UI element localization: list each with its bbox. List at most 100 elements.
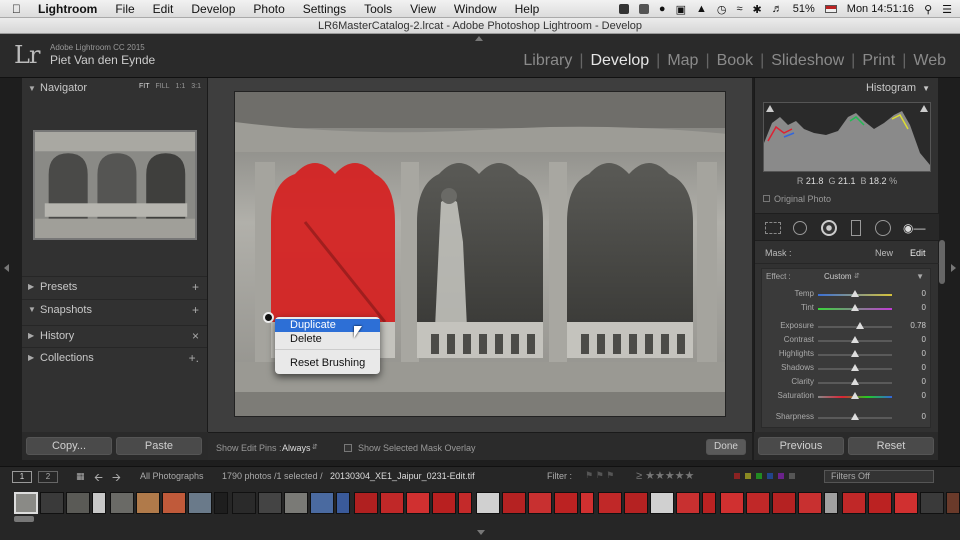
filmstrip-thumbnail[interactable] <box>946 492 960 514</box>
source-label[interactable]: All Photographs <box>140 471 204 481</box>
menu-photo[interactable]: Photo <box>253 2 284 16</box>
slider-saturation[interactable]: Saturation 0 <box>762 390 932 403</box>
filmstrip-thumbnail[interactable] <box>650 492 674 514</box>
filmstrip-thumbnail[interactable] <box>676 492 700 514</box>
left-panel-toggle-icon[interactable] <box>4 264 9 272</box>
mask-overlay-checkbox[interactable] <box>344 444 352 452</box>
filmstrip-thumbnail[interactable] <box>458 492 472 514</box>
effect-select[interactable]: Custom <box>824 272 852 281</box>
filmstrip-thumbnail[interactable] <box>476 492 500 514</box>
app-menu[interactable]: Lightroom <box>38 2 97 16</box>
filmstrip-thumbnail[interactable] <box>528 492 552 514</box>
filmstrip-thumbnail[interactable] <box>798 492 822 514</box>
collections-header[interactable]: ▶ Collections +. <box>22 347 207 367</box>
previous-button[interactable]: Previous <box>758 437 844 455</box>
filmstrip-thumbnail[interactable] <box>92 492 106 514</box>
histogram[interactable] <box>763 102 931 172</box>
filmstrip-thumbnail[interactable] <box>136 492 160 514</box>
add-snapshot-icon[interactable]: + <box>192 303 199 317</box>
menu-window[interactable]: Window <box>454 2 497 16</box>
red-eye-icon[interactable] <box>821 220 837 236</box>
filmstrip-thumbnail[interactable] <box>598 492 622 514</box>
filmstrip-thumbnail[interactable] <box>720 492 744 514</box>
done-button[interactable]: Done <box>706 439 746 455</box>
slider-value[interactable]: 0 <box>922 412 926 421</box>
add-collection-icon[interactable]: +. <box>189 351 199 365</box>
module-web[interactable]: Web <box>907 52 952 70</box>
edit-pins-select[interactable]: Always <box>282 443 311 453</box>
slider-knob[interactable] <box>851 378 859 385</box>
radial-filter-icon[interactable] <box>875 220 891 236</box>
module-develop[interactable]: Develop <box>584 52 655 70</box>
slider-value[interactable]: 0 <box>922 349 926 358</box>
module-slideshow[interactable]: Slideshow <box>765 52 850 70</box>
slider-knob[interactable] <box>851 392 859 399</box>
battery-text[interactable]: 51% <box>793 3 815 15</box>
filmstrip-thumbnail[interactable] <box>14 492 38 514</box>
rating-filter-stars[interactable]: ≥ ★★★★★ <box>636 469 694 482</box>
zoom-fill[interactable]: FILL <box>156 83 170 90</box>
presets-header[interactable]: ▶ Presets + <box>22 276 207 296</box>
slider-tint[interactable]: Tint 0 <box>762 302 932 315</box>
filmstrip-thumbnail[interactable] <box>232 492 256 514</box>
filmstrip-thumbnail[interactable] <box>162 492 186 514</box>
slider-value[interactable]: 0 <box>922 289 926 298</box>
module-library[interactable]: Library <box>517 52 578 70</box>
crop-tool-icon[interactable] <box>765 222 781 234</box>
slider-value[interactable]: 0 <box>922 335 926 344</box>
menu-help[interactable]: Help <box>515 2 540 16</box>
filmstrip-thumbnail[interactable] <box>502 492 526 514</box>
filmstrip-thumbnail[interactable] <box>66 492 90 514</box>
filmstrip-thumbnail[interactable] <box>842 492 866 514</box>
filmstrip-thumbnail[interactable] <box>554 492 578 514</box>
menu-tools[interactable]: Tools <box>364 2 392 16</box>
original-photo-checkbox[interactable] <box>763 195 770 202</box>
filmstrip-thumbnail[interactable] <box>894 492 918 514</box>
filmstrip-thumbnail[interactable] <box>380 492 404 514</box>
flag-filter-icons[interactable]: ⚑ ⚑ ⚑ <box>585 470 614 481</box>
filmstrip-thumbnail[interactable] <box>920 492 944 514</box>
adjustment-brush-icon[interactable]: ◉— <box>903 221 927 235</box>
slider-knob[interactable] <box>856 322 865 329</box>
flag-icon[interactable] <box>824 5 837 13</box>
clock-text[interactable]: Mon 14:51:16 <box>847 3 914 15</box>
shadow-clipping-icon[interactable] <box>766 105 774 112</box>
volume-icon[interactable]: ♬ <box>772 3 783 15</box>
menu-edit[interactable]: Edit <box>153 2 174 16</box>
slider-highlights[interactable]: Highlights 0 <box>762 348 932 361</box>
slider-knob[interactable] <box>851 364 859 371</box>
clear-history-icon[interactable]: × <box>192 329 199 343</box>
histogram-header[interactable]: Histogram ▼ <box>755 78 938 98</box>
add-preset-icon[interactable]: + <box>192 280 199 294</box>
module-map[interactable]: Map <box>661 52 704 70</box>
slider-shadows[interactable]: Shadows 0 <box>762 362 932 375</box>
filmstrip-thumbnail[interactable] <box>336 492 350 514</box>
filmstrip-thumbnail[interactable] <box>432 492 456 514</box>
slider-value[interactable]: 0 <box>922 363 926 372</box>
spotlight-icon[interactable]: ⚲ <box>924 3 932 16</box>
menu-item-delete[interactable]: Delete <box>275 333 380 346</box>
filmstrip-thumbnail[interactable] <box>824 492 838 514</box>
slider-knob[interactable] <box>851 413 859 420</box>
graduated-filter-icon[interactable] <box>851 220 861 236</box>
filmstrip-thumbnail[interactable] <box>702 492 716 514</box>
slider-knob[interactable] <box>851 350 859 357</box>
slider-knob[interactable] <box>851 336 859 343</box>
wifi-icon[interactable]: ≈ <box>736 3 742 15</box>
filmstrip-thumbnail[interactable] <box>258 492 282 514</box>
page2-button[interactable]: 2 <box>38 471 58 483</box>
filmstrip-thumbnail[interactable] <box>580 492 594 514</box>
slider-value[interactable]: 0 <box>922 377 926 386</box>
mask-new-button[interactable]: New <box>875 248 893 258</box>
slider-knob[interactable] <box>851 304 859 311</box>
filmstrip-thumbnail[interactable] <box>772 492 796 514</box>
mask-edit-button[interactable]: Edit <box>910 248 926 258</box>
slider-value[interactable]: 0 <box>922 391 926 400</box>
slider-exposure[interactable]: Exposure 0.78 <box>762 320 932 333</box>
slider-temp[interactable]: Temp 0 <box>762 288 932 301</box>
color-label-filters[interactable] <box>734 473 795 479</box>
top-panel-toggle-icon[interactable] <box>475 36 483 41</box>
menu-item-duplicate[interactable]: Duplicate <box>275 319 380 332</box>
reset-button[interactable]: Reset <box>848 437 934 455</box>
menu-settings[interactable]: Settings <box>303 2 346 16</box>
